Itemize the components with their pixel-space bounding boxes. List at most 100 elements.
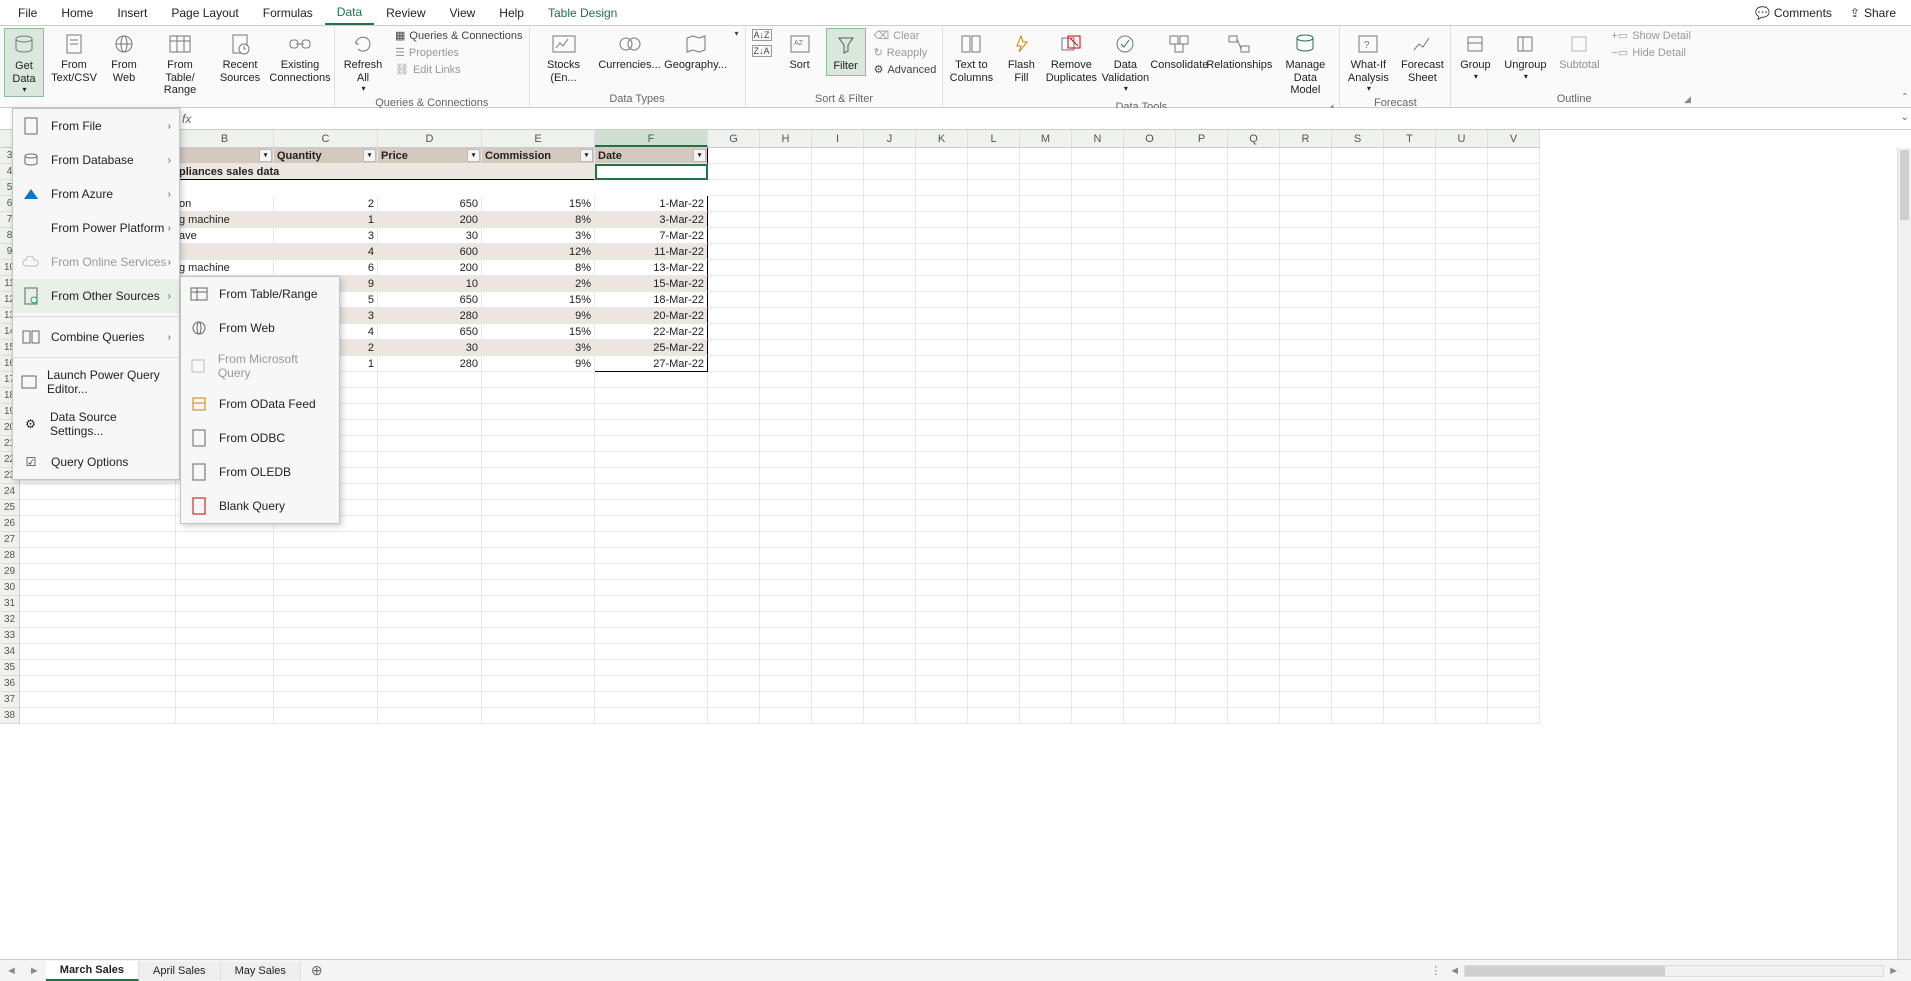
cell-T38[interactable] [1384,708,1436,724]
cell-N14[interactable] [1072,324,1124,340]
cell-P37[interactable] [1176,692,1228,708]
cell-N35[interactable] [1072,660,1124,676]
from-table-range-button[interactable]: From Table/ Range [150,28,210,99]
cell-K30[interactable] [916,580,968,596]
cell-S13[interactable] [1332,308,1384,324]
cell-S26[interactable] [1332,516,1384,532]
cell-L31[interactable] [968,596,1020,612]
cell-N31[interactable] [1072,596,1124,612]
cell-A36[interactable] [20,676,176,692]
data-validation-button[interactable]: Data Validation▾ [1101,28,1149,95]
cell-S28[interactable] [1332,548,1384,564]
cell-R28[interactable] [1280,548,1332,564]
cell-E31[interactable] [482,596,595,612]
cell-U25[interactable] [1436,500,1488,516]
cell-M18[interactable] [1020,388,1072,404]
cell-G4[interactable] [708,164,760,180]
whatif-button[interactable]: ? What-If Analysis▾ [1344,28,1392,95]
reapply-button[interactable]: ↻Reapply [872,45,939,60]
cell-V25[interactable] [1488,500,1540,516]
cell-D18[interactable] [378,388,482,404]
cell-T6[interactable] [1384,196,1436,212]
queries-connections-button[interactable]: ▦Queries & Connections [393,28,525,43]
cell-P6[interactable] [1176,196,1228,212]
cell-E7[interactable]: 8% [482,212,595,228]
cell-N33[interactable] [1072,628,1124,644]
cell-R7[interactable] [1280,212,1332,228]
cell-L24[interactable] [968,484,1020,500]
cell-I31[interactable] [812,596,864,612]
cell-E23[interactable] [482,468,595,484]
cell-F36[interactable] [595,676,708,692]
cell-J8[interactable] [864,228,916,244]
cell-T8[interactable] [1384,228,1436,244]
cell-K4[interactable] [916,164,968,180]
cell-G36[interactable] [708,676,760,692]
cell-A29[interactable] [20,564,176,580]
cell-G12[interactable] [708,292,760,308]
cell-E30[interactable] [482,580,595,596]
cell-E36[interactable] [482,676,595,692]
row-header-24[interactable]: 24 [0,484,19,500]
tab-formulas[interactable]: Formulas [251,2,325,24]
cell-F12[interactable]: 18-Mar-22 [595,292,708,308]
cell-Q36[interactable] [1228,676,1280,692]
cell-Q19[interactable] [1228,404,1280,420]
cell-T19[interactable] [1384,404,1436,420]
cell-P9[interactable] [1176,244,1228,260]
cell-R9[interactable] [1280,244,1332,260]
col-header-E[interactable]: E [482,130,595,147]
tab-help[interactable]: Help [487,2,536,24]
cell-D16[interactable]: 280 [378,356,482,372]
submenu-from-odata[interactable]: From OData Feed [181,387,339,421]
cell-R31[interactable] [1280,596,1332,612]
cell-E25[interactable] [482,500,595,516]
cell-H22[interactable] [760,452,812,468]
cell-P32[interactable] [1176,612,1228,628]
cell-L14[interactable] [968,324,1020,340]
cell-F14[interactable]: 22-Mar-22 [595,324,708,340]
cell-O32[interactable] [1124,612,1176,628]
remove-duplicates-button[interactable]: Remove Duplicates [1047,28,1095,86]
cell-K21[interactable] [916,436,968,452]
formula-input[interactable] [197,108,1911,129]
cell-K18[interactable] [916,388,968,404]
cell-T28[interactable] [1384,548,1436,564]
cell-R12[interactable] [1280,292,1332,308]
cell-C28[interactable] [274,548,378,564]
cell-T27[interactable] [1384,532,1436,548]
cell-D36[interactable] [378,676,482,692]
cell-Q13[interactable] [1228,308,1280,324]
cell-V21[interactable] [1488,436,1540,452]
cell-D38[interactable] [378,708,482,724]
cell-J30[interactable] [864,580,916,596]
cell-L8[interactable] [968,228,1020,244]
cell-E10[interactable]: 8% [482,260,595,276]
cell-B38[interactable] [176,708,274,724]
cell-E6[interactable]: 15% [482,196,595,212]
cell-A34[interactable] [20,644,176,660]
cell-J17[interactable] [864,372,916,388]
cell-R26[interactable] [1280,516,1332,532]
cell-V6[interactable] [1488,196,1540,212]
cell-T31[interactable] [1384,596,1436,612]
cell-V8[interactable] [1488,228,1540,244]
cell-T9[interactable] [1384,244,1436,260]
cell-U38[interactable] [1436,708,1488,724]
cell-I13[interactable] [812,308,864,324]
cell-U8[interactable] [1436,228,1488,244]
cell-G6[interactable] [708,196,760,212]
col-header-H[interactable]: H [760,130,812,147]
cell-I30[interactable] [812,580,864,596]
cell-C35[interactable] [274,660,378,676]
cell-L32[interactable] [968,612,1020,628]
sort-az-button[interactable]: A↓Z [750,28,774,42]
cell-G15[interactable] [708,340,760,356]
cell-L35[interactable] [968,660,1020,676]
cell-U32[interactable] [1436,612,1488,628]
horizontal-scroll-thumb[interactable] [1465,966,1665,976]
cell-J27[interactable] [864,532,916,548]
cell-I21[interactable] [812,436,864,452]
cell-J32[interactable] [864,612,916,628]
cell-G26[interactable] [708,516,760,532]
